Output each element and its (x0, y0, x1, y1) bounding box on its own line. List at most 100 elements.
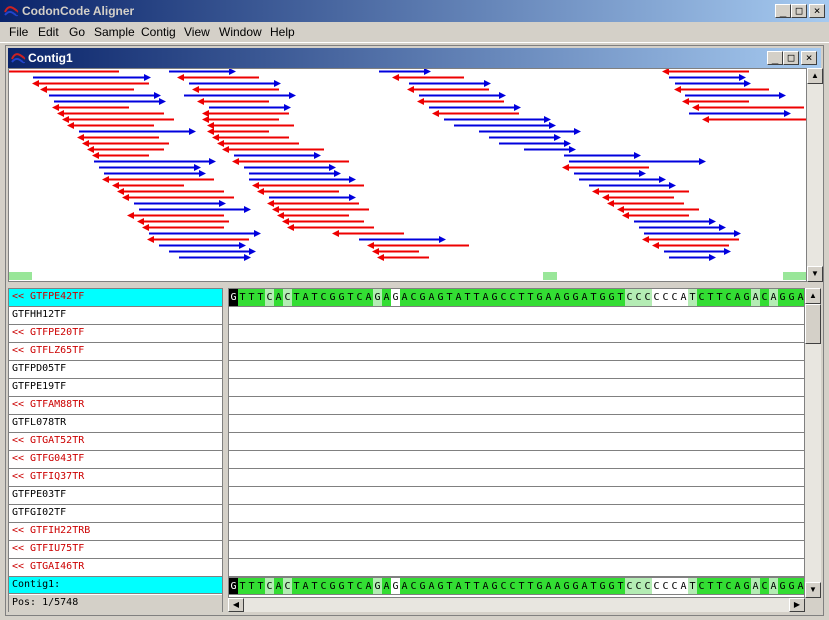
sequence-panel[interactable]: GTTTCACTATCGGTCAGAGACGAGTATTAGCCTTGAAGGA… (228, 288, 805, 598)
read-name: GTFPE19TF (12, 381, 67, 392)
read-sequence-row[interactable] (229, 307, 804, 325)
read-arrowhead (229, 69, 236, 75)
read-sequence-row[interactable] (229, 487, 804, 505)
read-arrowhead (244, 254, 251, 261)
read-bases: GTTTCACTATCGGTCAGAGACGAGTATTAGCCTTGAAGGA… (229, 289, 804, 306)
base: A (751, 578, 760, 594)
base: C (670, 289, 679, 306)
base: A (454, 289, 463, 306)
read-sequence-row[interactable] (229, 505, 804, 523)
read-sequence-row[interactable] (229, 361, 804, 379)
base: C (643, 578, 652, 594)
read-row[interactable]: GTFPE03TF (9, 487, 222, 505)
base: C (319, 289, 328, 306)
read-arrowhead (709, 254, 716, 261)
read-arrowhead (574, 128, 581, 135)
read-arrowhead (52, 104, 59, 111)
menu-view[interactable]: View (184, 25, 210, 39)
base: G (328, 578, 337, 594)
read-arrowhead (77, 134, 84, 141)
consensus-label-row[interactable]: Contig1: (9, 577, 222, 594)
base: T (238, 578, 247, 594)
close-button[interactable]: × (809, 4, 825, 18)
sequence-scroll-down-button[interactable]: ▼ (805, 582, 821, 598)
read-sequence-row[interactable] (229, 379, 804, 397)
read-row[interactable]: GTFGI02TF (9, 505, 222, 523)
base: A (544, 578, 553, 594)
contig-minimize-button[interactable]: _ (767, 51, 783, 65)
contig-window-title: Contig1 (28, 51, 73, 65)
sequence-scroll-up-button[interactable]: ▲ (805, 288, 821, 304)
sequence-scroll-right-button[interactable]: ▶ (789, 598, 805, 612)
overview-vertical-scrollbar[interactable]: ▲ ▼ (807, 68, 823, 282)
menu-file[interactable]: File (9, 25, 28, 39)
base: C (697, 289, 706, 306)
read-row[interactable]: GTFL078TR (9, 415, 222, 433)
base: C (652, 289, 661, 306)
menu-help[interactable]: Help (270, 25, 295, 39)
read-row[interactable]: GTFPD05TF (9, 361, 222, 379)
base: G (373, 578, 382, 594)
read-sequence-row[interactable] (229, 541, 804, 559)
read-arrowhead (117, 188, 124, 195)
read-row[interactable]: << GTFPE20TF (9, 325, 222, 343)
read-sequence-row[interactable] (229, 433, 804, 451)
selected-read-sequence-row[interactable]: GTTTCACTATCGGTCAGAGACGAGTATTAGCCTTGAAGGA… (229, 289, 804, 307)
contig-overview[interactable] (8, 68, 807, 282)
read-arrowhead (282, 218, 289, 225)
read-row[interactable]: << GTGAI46TR (9, 559, 222, 577)
base: C (409, 578, 418, 594)
sequence-scroll-left-button[interactable]: ◀ (228, 598, 244, 612)
menu-window[interactable]: Window (219, 25, 262, 39)
read-sequence-row[interactable] (229, 559, 804, 577)
read-row[interactable]: GTFPE19TF (9, 379, 222, 397)
read-sequence-row[interactable] (229, 523, 804, 541)
read-row[interactable]: << GTFLZ65TF (9, 343, 222, 361)
menu-sample[interactable]: Sample (94, 25, 135, 39)
read-arrowhead (784, 110, 791, 117)
menu-go[interactable]: Go (69, 25, 85, 39)
sequence-horizontal-scrollbar[interactable]: ◀ ▶ (228, 598, 805, 612)
consensus-sequence-row[interactable]: GTTTCACTATCGGTCAGAGACGAGTATTAGCCTTGAAGGA… (229, 577, 804, 595)
read-row[interactable]: << GTFG043TF (9, 451, 222, 469)
base: A (481, 289, 490, 306)
sequence-vertical-thumb[interactable] (805, 304, 821, 344)
read-sequence-row[interactable] (229, 325, 804, 343)
read-row[interactable]: << GTFIU75TF (9, 541, 222, 559)
read-arrowhead (232, 158, 239, 165)
read-arrowhead (367, 242, 374, 249)
maximize-button[interactable]: □ (791, 4, 807, 18)
read-row[interactable]: << GTFIH22TRB (9, 523, 222, 541)
read-row[interactable]: << GTFAM88TR (9, 397, 222, 415)
contig-maximize-button[interactable]: □ (783, 51, 799, 65)
read-arrowhead (102, 176, 109, 183)
read-row[interactable]: GTFHH12TF (9, 307, 222, 325)
read-name-list: << GTFPE42TF GTFHH12TF << GTFPE20TF << GTFL… (8, 288, 223, 612)
read-sequence-row[interactable] (229, 397, 804, 415)
overview-scroll-up-button[interactable]: ▲ (807, 68, 823, 84)
read-arrowhead (334, 170, 341, 177)
read-row[interactable]: << GTGAT52TR (9, 433, 222, 451)
read-sequence-row[interactable] (229, 451, 804, 469)
base: A (769, 578, 778, 594)
read-sequence-row[interactable] (229, 415, 804, 433)
read-row[interactable]: << GTFIQ37TR (9, 469, 222, 487)
base: T (715, 578, 724, 594)
read-arrowhead (219, 200, 226, 207)
menu-edit[interactable]: Edit (38, 25, 59, 39)
base: G (787, 578, 796, 594)
read-sequence-row[interactable] (229, 469, 804, 487)
read-sequence-row[interactable] (229, 343, 804, 361)
base: C (319, 578, 328, 594)
base: C (634, 289, 643, 306)
menu-contig[interactable]: Contig (141, 25, 176, 39)
base: C (499, 289, 508, 306)
contig-close-button[interactable]: × (801, 51, 817, 65)
read-arrowhead (40, 86, 47, 93)
read-arrowhead (499, 92, 506, 99)
minimize-button[interactable]: _ (775, 4, 791, 18)
base: T (256, 289, 265, 306)
sequence-vertical-scrollbar[interactable]: ▲ ▼ (805, 288, 821, 598)
overview-scroll-down-button[interactable]: ▼ (807, 266, 823, 282)
read-row[interactable]: << GTFPE42TF (9, 289, 222, 307)
